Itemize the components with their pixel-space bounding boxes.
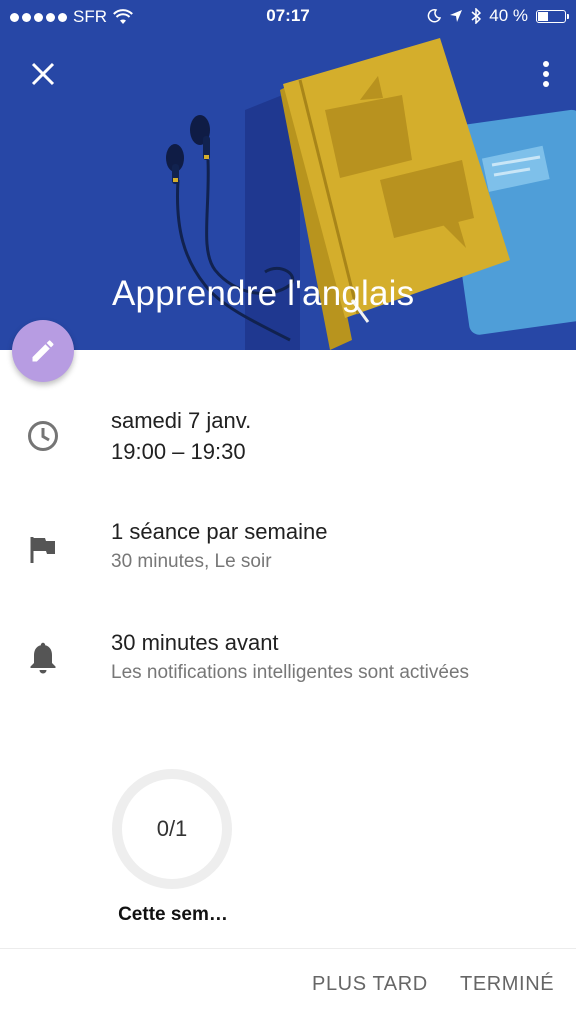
clock-icon	[28, 421, 58, 451]
later-button[interactable]: PLUS TARD	[312, 973, 428, 996]
battery-percent: 40 %	[489, 6, 528, 25]
more-options-button[interactable]	[538, 55, 558, 93]
goal-title: Apprendre l'anglais	[112, 274, 415, 313]
bell-icon	[30, 642, 56, 674]
notification-label: 30 minutes avant	[111, 630, 279, 655]
edit-button[interactable]	[12, 320, 74, 382]
done-button[interactable]: TERMINÉ	[460, 973, 554, 996]
schedule-text: samedi 7 janv. 19:00 – 19:30	[111, 405, 556, 467]
close-button[interactable]	[24, 55, 62, 93]
battery-icon	[536, 9, 569, 23]
more-vert-icon	[543, 61, 549, 87]
app-screen: SFR 07:17 40 % Apprendre l'anglais samed…	[0, 0, 576, 1024]
notification-text: 30 minutes avant Les notifications intel…	[111, 627, 556, 688]
status-bar: SFR 07:17 40 %	[0, 0, 576, 34]
frequency-label: 1 séance par semaine	[111, 519, 328, 544]
location-arrow-icon	[450, 10, 463, 22]
notification-detail: Les notifications intelligentes sont act…	[111, 662, 470, 683]
progress-period-label: Cette sem…	[118, 904, 228, 925]
bluetooth-icon	[471, 8, 482, 24]
progress-count: 0/1	[156, 816, 188, 841]
frequency-row[interactable]: 1 séance par semaine 30 minutes, Le soir	[0, 516, 576, 582]
system-indicators: 40 %	[427, 6, 569, 26]
close-icon	[31, 62, 55, 86]
moon-icon	[427, 9, 442, 23]
flag-icon	[30, 537, 55, 563]
goal-header: SFR 07:17 40 % Apprendre l'anglais	[0, 0, 576, 350]
weekly-progress-ring: 0/1	[110, 767, 234, 891]
schedule-date: samedi 7 janv.	[111, 408, 252, 433]
schedule-row[interactable]: samedi 7 janv. 19:00 – 19:30	[0, 405, 576, 475]
frequency-detail: 30 minutes, Le soir	[111, 551, 272, 572]
battery-level	[538, 11, 548, 21]
frequency-text: 1 séance par semaine 30 minutes, Le soir	[111, 516, 556, 577]
schedule-time: 19:00 – 19:30	[111, 439, 246, 464]
pencil-icon	[32, 340, 54, 362]
action-bar: PLUS TARD TERMINÉ	[0, 948, 576, 1024]
notification-row[interactable]: 30 minutes avant Les notifications intel…	[0, 627, 576, 693]
